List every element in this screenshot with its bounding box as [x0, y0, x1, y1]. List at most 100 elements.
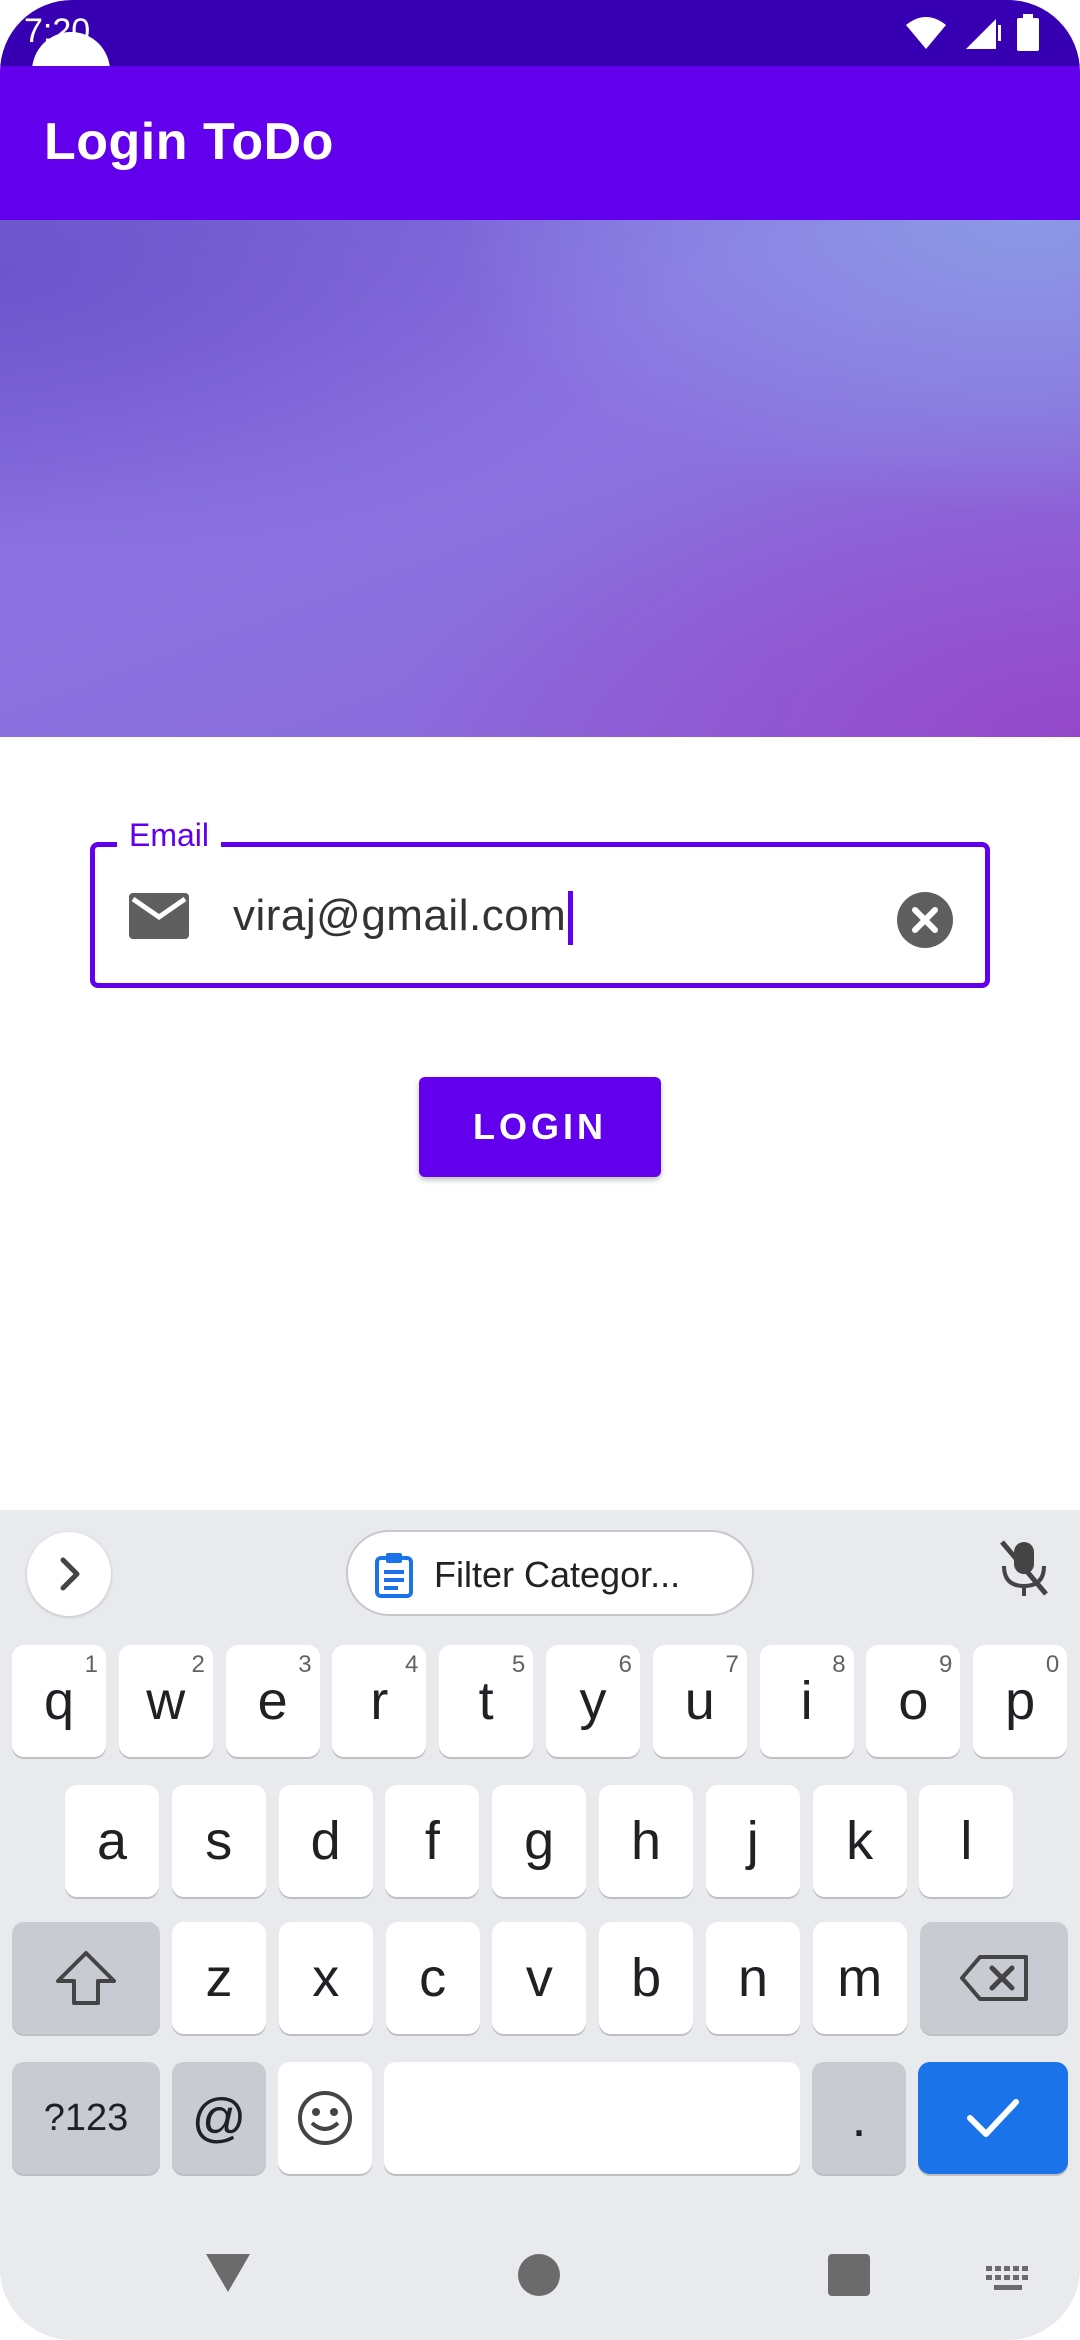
emoji-key[interactable]	[278, 2062, 372, 2174]
clipboard-icon	[375, 1553, 413, 1598]
backspace-icon	[960, 1955, 1028, 2001]
key-m[interactable]: m	[812, 1922, 907, 2034]
key-label: d	[310, 1811, 341, 1871]
key-hint: 4	[405, 1651, 419, 1678]
key-label: z	[205, 1948, 233, 2008]
key-hint: 2	[191, 1651, 205, 1678]
checkmark-icon	[967, 2099, 1019, 2137]
key-g[interactable]: g	[492, 1785, 587, 1897]
login-button[interactable]: LOGIN	[419, 1077, 661, 1177]
period-key[interactable]: .	[812, 2062, 906, 2174]
at-key[interactable]: @	[172, 2062, 266, 2174]
key-label: c	[419, 1948, 447, 2008]
key-y[interactable]: y6	[546, 1645, 640, 1757]
key-q[interactable]: q1	[12, 1645, 106, 1757]
key-label: u	[684, 1671, 715, 1731]
key-hint: 9	[939, 1651, 953, 1678]
key-c[interactable]: c	[385, 1922, 480, 2034]
email-field[interactable]: Email viraj@gmail.com	[90, 817, 990, 988]
key-a[interactable]: a	[65, 1785, 159, 1897]
key-w[interactable]: w2	[118, 1645, 213, 1757]
key-f[interactable]: f	[385, 1785, 480, 1897]
soft-keyboard: Filter Categor... q1w2e3r4t5y6u7i8o9p0as…	[0, 1510, 1080, 2340]
key-k[interactable]: k	[812, 1785, 907, 1897]
key-label: w	[146, 1671, 186, 1731]
symbols-key-label: ?123	[43, 2097, 129, 2139]
email-field-label: Email	[117, 817, 222, 854]
key-label: e	[257, 1671, 288, 1731]
key-j[interactable]: j	[705, 1785, 800, 1897]
key-s[interactable]: s	[171, 1785, 266, 1897]
email-input[interactable]: viraj@gmail.com	[233, 891, 574, 946]
key-label: t	[478, 1671, 494, 1731]
period-key-label: .	[851, 2088, 867, 2148]
key-label: b	[631, 1948, 662, 2008]
mic-off-icon[interactable]	[996, 1538, 1052, 1598]
key-z[interactable]: z	[172, 1922, 266, 2034]
recents-button[interactable]	[828, 2254, 870, 2296]
shift-key[interactable]	[12, 1922, 160, 2034]
signal-icon	[966, 19, 1001, 49]
clipboard-suggestion-chip[interactable]: Filter Categor...	[346, 1530, 754, 1616]
key-e[interactable]: e3	[225, 1645, 320, 1757]
key-hint: 7	[725, 1651, 739, 1678]
key-x[interactable]: x	[278, 1922, 373, 2034]
key-hint: 5	[511, 1651, 526, 1678]
key-o[interactable]: o9	[866, 1645, 961, 1757]
key-d[interactable]: d	[278, 1785, 373, 1897]
key-hint: 3	[298, 1651, 312, 1678]
back-triangle-icon[interactable]	[204, 2252, 252, 2294]
done-key[interactable]	[918, 2062, 1068, 2174]
key-label: g	[524, 1811, 555, 1871]
status-icons	[904, 14, 1040, 52]
navigation-bar	[0, 2230, 1080, 2340]
keyboard-switch-icon[interactable]	[986, 2266, 1030, 2292]
key-t[interactable]: t5	[439, 1645, 534, 1757]
key-n[interactable]: n	[706, 1922, 800, 2034]
key-label: x	[312, 1948, 340, 2008]
key-label: o	[898, 1671, 929, 1731]
key-label: r	[370, 1671, 389, 1731]
key-u[interactable]: u7	[652, 1645, 747, 1757]
key-label: j	[746, 1811, 759, 1871]
key-label: v	[525, 1948, 553, 2008]
clear-circle-icon[interactable]	[897, 892, 953, 948]
backspace-key[interactable]	[920, 1922, 1068, 2034]
chevron-right-icon	[60, 1557, 80, 1591]
phone-screen: 7:20 Login ToDo Email viraj@gmail.com LO…	[0, 0, 1080, 2340]
key-label: h	[630, 1811, 662, 1871]
app-bar: Login ToDo	[0, 66, 1080, 220]
status-bar: 7:20	[0, 0, 1080, 66]
space-key[interactable]	[384, 2062, 800, 2174]
key-l[interactable]: l	[919, 1785, 1014, 1897]
key-hint: 8	[832, 1651, 846, 1678]
key-hint: 1	[84, 1651, 98, 1678]
key-v[interactable]: v	[492, 1922, 587, 2034]
key-p[interactable]: p0	[973, 1645, 1068, 1757]
suggestion-chip-label: Filter Categor...	[434, 1554, 681, 1595]
key-i[interactable]: i8	[759, 1645, 854, 1757]
key-label: p	[1005, 1671, 1036, 1731]
text-caret	[568, 891, 574, 946]
key-h[interactable]: h	[599, 1785, 693, 1897]
keyboard-expand-button[interactable]	[27, 1532, 111, 1616]
key-label: s	[205, 1811, 233, 1871]
key-label: f	[424, 1811, 440, 1871]
key-label: y	[579, 1671, 607, 1731]
key-r[interactable]: r4	[332, 1645, 427, 1757]
symbols-key[interactable]: ?123	[12, 2062, 160, 2174]
key-b[interactable]: b	[599, 1922, 694, 2034]
key-label: m	[837, 1948, 883, 2008]
key-hint: 0	[1045, 1651, 1060, 1678]
key-label: i	[800, 1671, 813, 1731]
home-button[interactable]	[518, 2254, 560, 2296]
keyboard-toolbar: Filter Categor...	[0, 1510, 1080, 1640]
emoji-icon	[298, 2091, 352, 2145]
key-label: q	[43, 1671, 75, 1731]
battery-icon	[1017, 14, 1039, 51]
email-input-value: viraj@gmail.com	[233, 891, 567, 940]
mail-icon	[129, 893, 189, 939]
shift-icon	[56, 1951, 116, 2005]
key-label: n	[737, 1948, 769, 2008]
hero-banner	[0, 220, 1080, 737]
